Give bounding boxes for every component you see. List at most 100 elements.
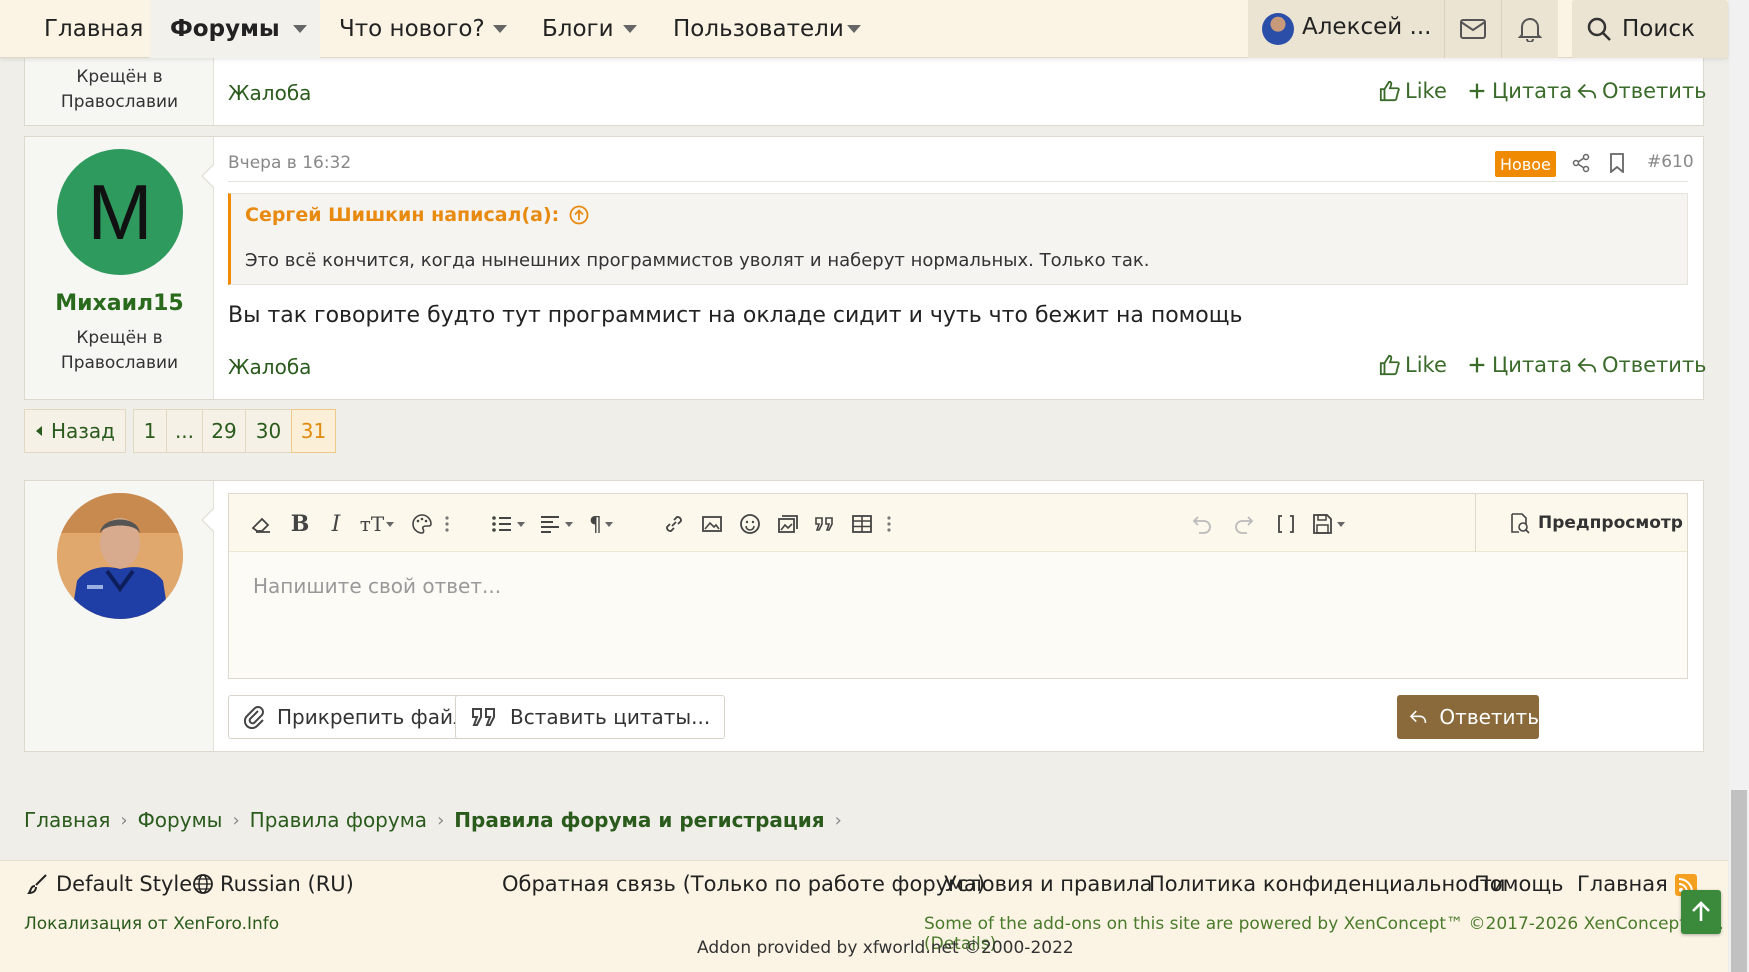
footer-link-terms[interactable]: Условия и правила [944, 872, 1153, 896]
quote-icon [472, 708, 495, 726]
search-button[interactable]: Поиск [1572, 0, 1728, 58]
nav-tab-whats-new-label: Что нового? [339, 16, 485, 42]
quote-label: Цитата [1492, 353, 1573, 377]
chevron-down-icon [623, 25, 637, 33]
breadcrumb-item[interactable]: Правила форума [250, 808, 427, 832]
language-chooser[interactable]: Russian (RU) [192, 872, 354, 896]
inbox-button[interactable] [1445, 0, 1501, 58]
insert-link-button[interactable] [659, 509, 689, 539]
more-insert-button[interactable] [881, 509, 897, 539]
quote-icon [815, 517, 833, 531]
user-title: Крещён в Православии [25, 326, 214, 376]
breadcrumb-item-current[interactable]: Правила форума и регистрация [454, 808, 824, 832]
post-number[interactable]: #610 [1647, 152, 1694, 172]
user-title-line: Крещён в [76, 67, 163, 87]
pagination-back-button[interactable]: Назад [24, 409, 126, 453]
footer-link-help[interactable]: Помощь [1474, 872, 1564, 896]
localization-credit[interactable]: Локализация от XenForo.Info [24, 914, 279, 934]
preview-label: Предпросмотр [1538, 513, 1683, 533]
toggle-bbcode-button[interactable] [1271, 509, 1301, 539]
account-menu[interactable]: Алексей ... [1248, 0, 1444, 58]
reply-textarea-placeholder[interactable]: Напишите свой ответ... [253, 574, 501, 598]
italic-button[interactable]: I [321, 509, 351, 539]
footer-link-contact[interactable]: Обратная связь (Только по работе форума) [502, 872, 985, 896]
bookmark-button[interactable] [1609, 153, 1625, 173]
post-user-panel: M Михаил15 Крещён в Православии [25, 137, 214, 399]
font-size-button[interactable]: тT [355, 509, 399, 539]
breadcrumb-item[interactable]: Форумы [138, 808, 223, 832]
clear-formatting-button[interactable] [247, 509, 277, 539]
members-dropdown[interactable] [836, 0, 872, 58]
bold-button[interactable]: B [285, 509, 315, 539]
text-color-button[interactable] [407, 509, 437, 539]
nav-tab-members-label: Пользователи [673, 16, 844, 42]
insert-gallery-button[interactable] [773, 509, 803, 539]
preview-button[interactable]: Предпросмотр [1475, 494, 1687, 552]
insert-image-button[interactable] [697, 509, 727, 539]
footer-link-privacy[interactable]: Политика конфиденциальности [1149, 872, 1505, 896]
drafts-button[interactable] [1307, 509, 1347, 539]
nav-tab-home[interactable]: Главная [44, 0, 143, 58]
list-button[interactable] [487, 509, 527, 539]
undo-button[interactable] [1187, 509, 1217, 539]
report-link[interactable]: Жалоба [228, 355, 311, 379]
chevron-down-icon [1336, 521, 1345, 527]
pagination-page-29[interactable]: 29 [202, 409, 246, 453]
paragraph-button[interactable]: ¶ [581, 509, 621, 539]
style-chooser[interactable]: Default Style [26, 872, 192, 896]
arrow-up-icon [1692, 901, 1710, 921]
like-button[interactable]: Like [1379, 353, 1447, 377]
align-button[interactable] [535, 509, 575, 539]
quote-header[interactable]: Сергей Шишкин написал(а): [245, 204, 589, 226]
page-scrollbar-thumb[interactable] [1731, 790, 1747, 972]
insert-table-button[interactable] [847, 509, 877, 539]
nav-tab-members[interactable]: Пользователи [673, 0, 844, 58]
like-label: Like [1405, 353, 1447, 377]
current-user-avatar[interactable] [57, 493, 183, 619]
globe-icon [193, 874, 213, 894]
breadcrumb-item[interactable]: Главная [24, 808, 110, 832]
page-number: ... [174, 419, 195, 443]
table-icon [852, 515, 872, 533]
more-text-button[interactable] [439, 509, 455, 539]
redo-button[interactable] [1229, 509, 1259, 539]
post-date[interactable]: Вчера в 16:32 [228, 153, 351, 173]
scroll-to-top-button[interactable] [1681, 890, 1721, 934]
blogs-dropdown[interactable] [612, 0, 648, 58]
insert-quote-button[interactable] [809, 509, 839, 539]
insert-quotes-button[interactable]: Вставить цитаты... [455, 695, 726, 739]
pagination-ellipsis[interactable]: ... [166, 409, 203, 453]
insert-smilie-button[interactable] [735, 509, 765, 539]
user-title-line: Православии [60, 353, 179, 373]
nav-tab-whats-new[interactable]: Что нового? [339, 0, 485, 58]
new-badge: Новое [1495, 151, 1556, 177]
report-link[interactable]: Жалоба [228, 81, 311, 105]
whats-new-dropdown[interactable] [482, 0, 518, 58]
reply-button[interactable]: Ответить [1576, 353, 1707, 377]
pagination-page-30[interactable]: 30 [245, 409, 292, 453]
bold-icon: B [290, 511, 310, 537]
submit-reply-label: Ответить [1439, 705, 1539, 729]
addon-provided-credit: Addon provided by xfworld.net ©2000-2022 [697, 938, 1074, 958]
save-draft-icon [1312, 514, 1332, 534]
footer-link-home[interactable]: Главная [1577, 872, 1668, 896]
quote-button[interactable]: Цитата [1466, 353, 1572, 377]
pagination-page-1[interactable]: 1 [133, 409, 167, 453]
link-icon [666, 516, 682, 532]
user-photo [57, 493, 183, 619]
reply-button[interactable]: Ответить [1576, 79, 1707, 103]
share-button[interactable] [1571, 153, 1591, 173]
chevron-down-icon [293, 25, 307, 33]
quote-button[interactable]: Цитата [1466, 79, 1572, 103]
search-label: Поиск [1622, 16, 1695, 42]
chevron-down-icon [493, 25, 507, 33]
forums-dropdown[interactable] [280, 0, 320, 58]
alerts-button[interactable] [1502, 0, 1558, 58]
pagination-page-current[interactable]: 31 [291, 409, 336, 453]
submit-reply-button[interactable]: Ответить [1397, 695, 1539, 739]
nav-tab-blogs[interactable]: Блоги [542, 0, 614, 58]
avatar[interactable]: M [57, 149, 183, 275]
reply-arrow-icon [1577, 83, 1597, 99]
username-link[interactable]: Михаил15 [25, 291, 214, 316]
like-button[interactable]: Like [1379, 79, 1447, 103]
